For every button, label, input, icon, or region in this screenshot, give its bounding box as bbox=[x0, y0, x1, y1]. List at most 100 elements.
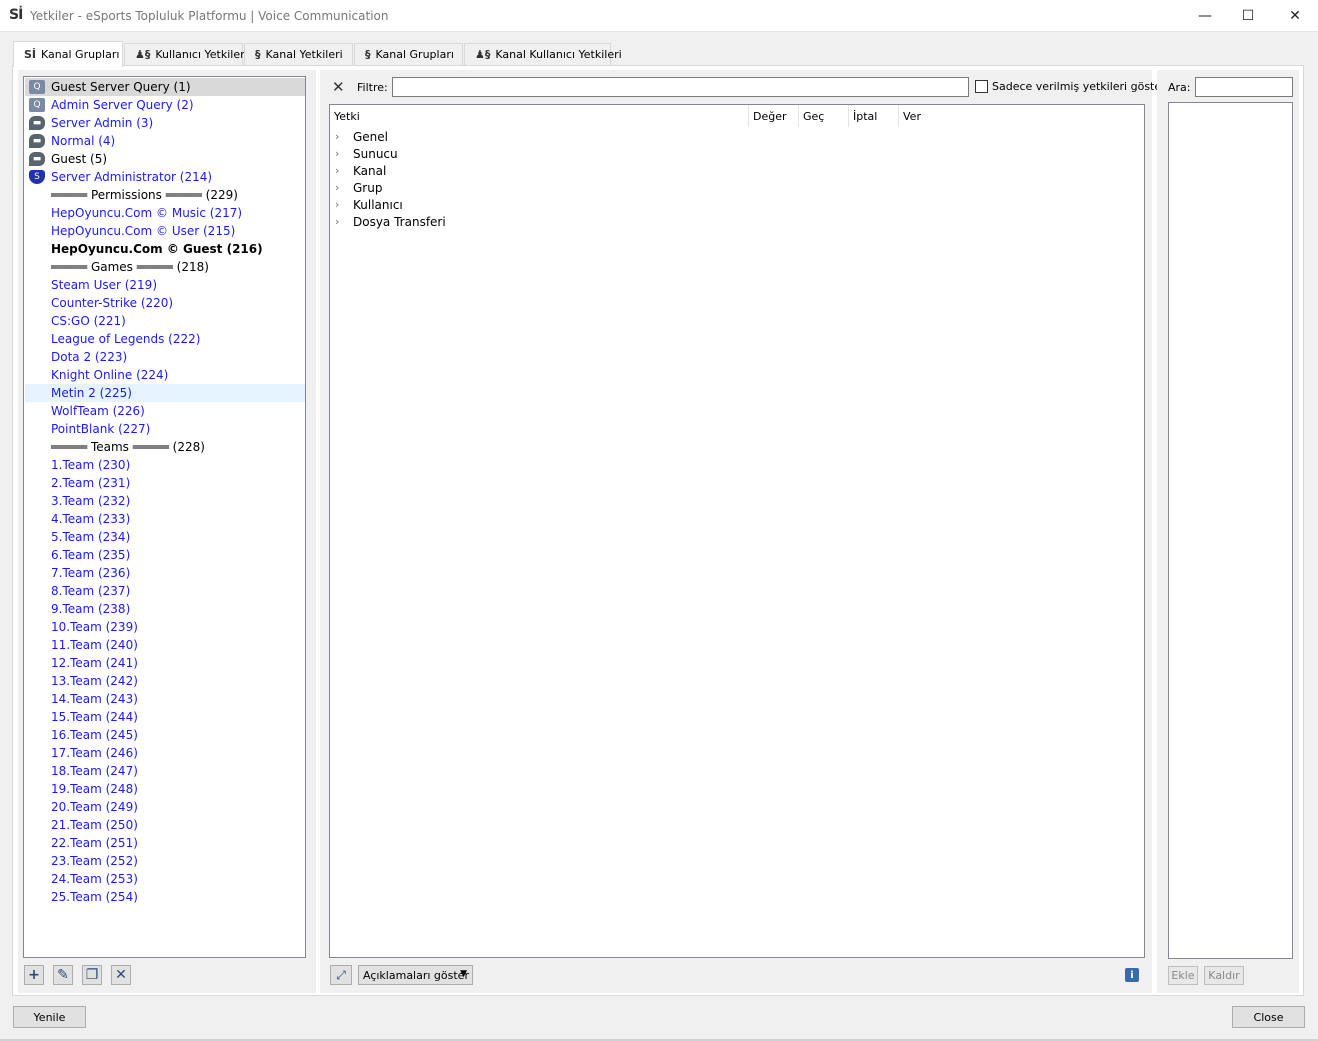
app-logo-icon: Sİ bbox=[9, 7, 23, 23]
remove-button[interactable]: Kaldır bbox=[1204, 966, 1244, 985]
group-item[interactable]: 1.Team (230) bbox=[25, 456, 305, 474]
tree-node-general[interactable]: › Genel bbox=[335, 128, 388, 145]
group-item[interactable]: Steam User (219) bbox=[25, 276, 305, 294]
group-item[interactable]: HepOyuncu.Com © Music (217) bbox=[25, 204, 305, 222]
group-item[interactable]: 13.Team (242) bbox=[25, 672, 305, 690]
group-item-label: 10.Team (239) bbox=[51, 620, 138, 634]
group-item[interactable]: League of Legends (222) bbox=[25, 330, 305, 348]
column-grant[interactable]: Ver bbox=[899, 105, 949, 127]
tree-node-server[interactable]: › Sunucu bbox=[335, 145, 398, 162]
close-window-button[interactable]: ✕ bbox=[1272, 0, 1318, 32]
group-item[interactable]: Counter-Strike (220) bbox=[25, 294, 305, 312]
chevron-right-icon[interactable]: › bbox=[335, 215, 353, 228]
group-item[interactable]: 8.Team (237) bbox=[25, 582, 305, 600]
group-item[interactable]: 14.Team (243) bbox=[25, 690, 305, 708]
group-item[interactable]: HepOyuncu.Com © User (215) bbox=[25, 222, 305, 240]
tree-node-client[interactable]: › Kullanıcı bbox=[335, 196, 403, 213]
group-item[interactable]: Dota 2 (223) bbox=[25, 348, 305, 366]
group-item[interactable]: HepOyuncu.Com © Guest (216) bbox=[25, 240, 305, 258]
group-item[interactable]: ▬ Guest (5) bbox=[25, 150, 305, 168]
clear-filter-icon[interactable]: ✕ bbox=[332, 78, 345, 96]
info-icon[interactable]: i bbox=[1125, 968, 1139, 982]
group-item[interactable]: 21.Team (250) bbox=[25, 816, 305, 834]
group-item[interactable]: 11.Team (240) bbox=[25, 636, 305, 654]
tab-channel-groups[interactable]: Sİ Kanal Grupları bbox=[13, 41, 123, 67]
group-item[interactable]: 22.Team (251) bbox=[25, 834, 305, 852]
group-item[interactable]: ═════ Teams ═════ (228) bbox=[25, 438, 305, 456]
tab-channel-client-permissions[interactable]: ♟§ Kanal Kullanıcı Yetkileri bbox=[464, 43, 622, 65]
permission-icon: § bbox=[365, 48, 371, 61]
group-item[interactable]: ═════ Permissions ═════ (229) bbox=[25, 186, 305, 204]
group-item[interactable]: 17.Team (246) bbox=[25, 744, 305, 762]
group-item[interactable]: 7.Team (236) bbox=[25, 564, 305, 582]
tab-channel-groups-2[interactable]: § Kanal Grupları bbox=[354, 43, 463, 65]
expand-all-button[interactable]: ⤢ bbox=[330, 965, 352, 985]
add-button[interactable]: Ekle bbox=[1168, 966, 1198, 985]
tab-client-permissions[interactable]: ♟§ Kullanıcı Yetkileri bbox=[124, 43, 248, 65]
group-item[interactable]: 4.Team (233) bbox=[25, 510, 305, 528]
copy-group-button[interactable]: ❐ bbox=[82, 965, 102, 985]
column-skip[interactable]: Geç bbox=[799, 105, 849, 127]
group-item[interactable]: S Server Administrator (214) bbox=[25, 168, 305, 186]
group-item[interactable]: 15.Team (244) bbox=[25, 708, 305, 726]
close-button[interactable]: Close bbox=[1232, 1006, 1305, 1028]
maximize-button[interactable]: ☐ bbox=[1225, 0, 1271, 32]
group-item[interactable]: 9.Team (238) bbox=[25, 600, 305, 618]
group-item-label: Knight Online (224) bbox=[51, 368, 169, 382]
tab-label: Kanal Yetkileri bbox=[265, 48, 343, 61]
group-item-label: 15.Team (244) bbox=[51, 710, 138, 724]
group-item[interactable]: 18.Team (247) bbox=[25, 762, 305, 780]
group-item[interactable]: ▬ Server Admin (3) bbox=[25, 114, 305, 132]
edit-group-button[interactable]: ✎ bbox=[53, 965, 73, 985]
group-item[interactable]: ▬ Normal (4) bbox=[25, 132, 305, 150]
column-negate[interactable]: İptal bbox=[849, 105, 899, 127]
group-item[interactable]: 6.Team (235) bbox=[25, 546, 305, 564]
group-item-label: 5.Team (234) bbox=[51, 530, 131, 544]
only-granted-checkbox[interactable] bbox=[975, 80, 988, 93]
group-item-label: 13.Team (242) bbox=[51, 674, 138, 688]
filter-input[interactable] bbox=[392, 77, 969, 97]
minimize-button[interactable]: — bbox=[1182, 0, 1228, 32]
group-item[interactable]: 20.Team (249) bbox=[25, 798, 305, 816]
group-list[interactable]: Q Guest Server Query (1) Q Admin Server Que… bbox=[23, 76, 306, 958]
group-item[interactable]: 12.Team (241) bbox=[25, 654, 305, 672]
tree-node-channel[interactable]: › Kanal bbox=[335, 162, 386, 179]
tab-channel-permissions[interactable]: § Kanal Yetkileri bbox=[244, 43, 353, 65]
permission-tree[interactable] bbox=[329, 104, 1145, 958]
tab-label: Kanal Grupları bbox=[41, 48, 120, 61]
tab-label: Kanal Grupları bbox=[375, 48, 454, 61]
column-permission[interactable]: Yetki bbox=[330, 105, 749, 127]
group-item[interactable]: Q Admin Server Query (2) bbox=[25, 96, 305, 114]
group-item[interactable]: Knight Online (224) bbox=[25, 366, 305, 384]
chevron-right-icon[interactable]: › bbox=[335, 130, 353, 143]
refresh-button[interactable]: Yenile bbox=[13, 1006, 86, 1028]
group-item[interactable]: 3.Team (232) bbox=[25, 492, 305, 510]
group-item[interactable]: 19.Team (248) bbox=[25, 780, 305, 798]
group-item[interactable]: 10.Team (239) bbox=[25, 618, 305, 636]
group-item[interactable]: 23.Team (252) bbox=[25, 852, 305, 870]
search-input[interactable] bbox=[1195, 77, 1293, 97]
group-item[interactable]: CS:GO (221) bbox=[25, 312, 305, 330]
group-item[interactable]: 24.Team (253) bbox=[25, 870, 305, 888]
group-item[interactable]: 25.Team (254) bbox=[25, 888, 305, 906]
chevron-right-icon[interactable]: › bbox=[335, 164, 353, 177]
group-item[interactable]: ═════ Games ═════ (218) bbox=[25, 258, 305, 276]
group-item[interactable]: PointBlank (227) bbox=[25, 420, 305, 438]
chevron-right-icon[interactable]: › bbox=[335, 198, 353, 211]
group-item[interactable]: Metin 2 (225) bbox=[25, 384, 305, 402]
search-result-list[interactable] bbox=[1168, 102, 1293, 959]
chevron-right-icon[interactable]: › bbox=[335, 181, 353, 194]
group-item[interactable]: 2.Team (231) bbox=[25, 474, 305, 492]
tree-node-file-transfer[interactable]: › Dosya Transferi bbox=[335, 213, 446, 230]
delete-group-button[interactable]: ✕ bbox=[111, 965, 131, 985]
add-group-button[interactable]: + bbox=[24, 965, 44, 985]
show-descriptions-dropdown[interactable]: Açıklamaları göster ▼ bbox=[358, 965, 473, 985]
group-item[interactable]: 16.Team (245) bbox=[25, 726, 305, 744]
column-value[interactable]: Değer bbox=[749, 105, 799, 127]
group-item[interactable]: Q Guest Server Query (1) bbox=[25, 78, 305, 96]
chevron-right-icon[interactable]: › bbox=[335, 147, 353, 160]
group-item[interactable]: 5.Team (234) bbox=[25, 528, 305, 546]
group-item[interactable]: WolfTeam (226) bbox=[25, 402, 305, 420]
tree-node-group[interactable]: › Grup bbox=[335, 179, 382, 196]
group-item-label: Admin Server Query (2) bbox=[51, 98, 194, 112]
